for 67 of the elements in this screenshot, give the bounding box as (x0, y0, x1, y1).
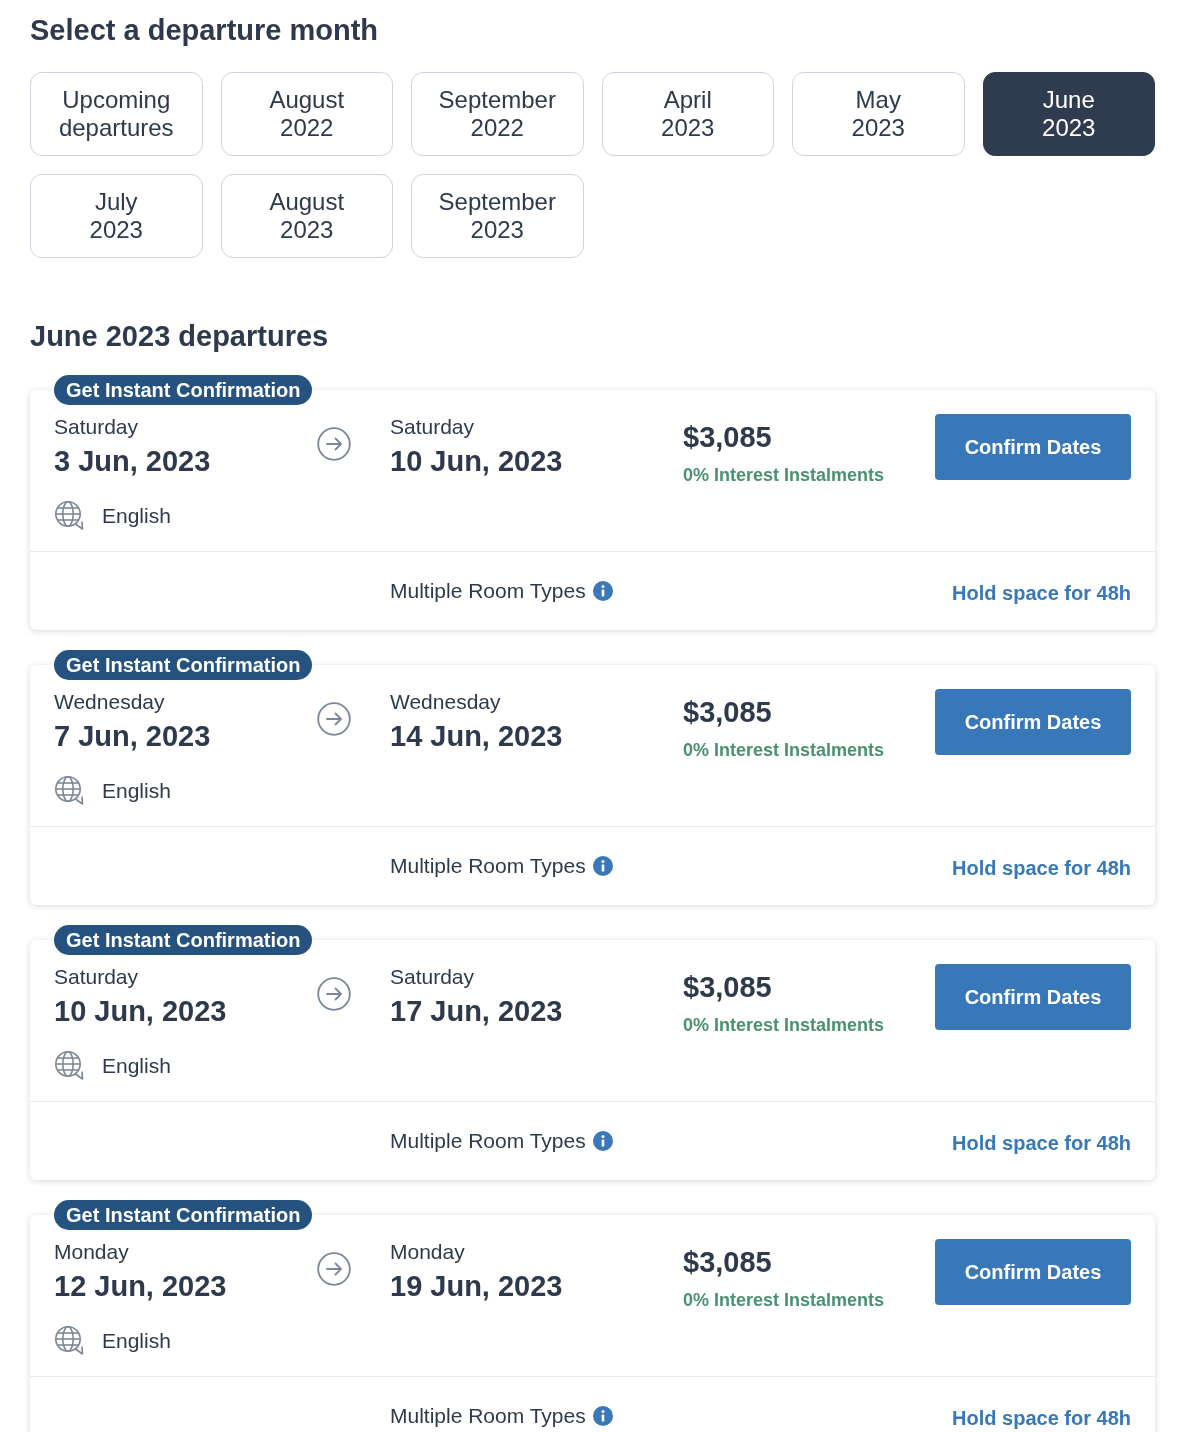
room-types-label: Multiple Room Types (390, 1129, 586, 1153)
globe-icon (54, 500, 84, 530)
info-icon (592, 856, 613, 876)
start-weekday: Monday (54, 1239, 129, 1264)
globe-icon (54, 775, 84, 805)
start-date: 10 Jun, 2023 (54, 994, 227, 1028)
end-date: 17 Jun, 2023 (390, 994, 563, 1028)
month-button[interactable]: September 2023 (411, 174, 584, 258)
start-date: 7 Jun, 2023 (54, 719, 211, 753)
end-weekday: Wednesday (390, 689, 501, 714)
info-icon (592, 581, 613, 601)
month-button[interactable]: Upcoming departures (30, 72, 203, 156)
end-date: 14 Jun, 2023 (390, 719, 563, 753)
instalments-label: 0% Interest Instalments (683, 464, 885, 486)
section-title: June 2023 departures (30, 319, 329, 353)
arrow-right-icon (317, 702, 351, 736)
month-button[interactable]: June 2023 (982, 72, 1155, 156)
end-date: 19 Jun, 2023 (390, 1269, 563, 1303)
start-date: 3 Jun, 2023 (54, 444, 211, 478)
info-icon (592, 1131, 613, 1151)
info-icon (592, 1406, 613, 1426)
room-types-label: Multiple Room Types (390, 854, 586, 878)
instant-confirmation-badge: Get Instant Confirmation (54, 925, 313, 955)
arrow-right-icon (317, 977, 351, 1011)
instalments-label: 0% Interest Instalments (683, 739, 885, 761)
confirm-dates-button[interactable]: Confirm Dates (935, 964, 1131, 1030)
instant-confirmation-badge: Get Instant Confirmation (54, 1200, 313, 1230)
room-types-label: Multiple Room Types (390, 1404, 586, 1428)
start-weekday: Wednesday (54, 689, 165, 714)
hold-space-link[interactable]: Hold space for 48h (952, 581, 1131, 605)
confirm-dates-button[interactable]: Confirm Dates (935, 689, 1131, 755)
instalments-label: 0% Interest Instalments (683, 1014, 885, 1036)
instant-confirmation-badge: Get Instant Confirmation (54, 650, 313, 680)
language-label: English (102, 1052, 171, 1078)
end-weekday: Monday (390, 1239, 465, 1264)
end-weekday: Saturday (390, 414, 475, 439)
hold-space-link[interactable]: Hold space for 48h (952, 1131, 1131, 1155)
end-date: 10 Jun, 2023 (390, 444, 563, 478)
month-button[interactable]: May 2023 (792, 72, 965, 156)
start-date: 12 Jun, 2023 (54, 1269, 227, 1303)
price-text: $3,085 (683, 970, 772, 1004)
arrow-right-icon (317, 427, 351, 461)
price-text: $3,085 (683, 1245, 772, 1279)
globe-icon (54, 1050, 84, 1080)
month-button[interactable]: August 2023 (220, 174, 393, 258)
confirm-dates-button[interactable]: Confirm Dates (935, 1239, 1131, 1305)
language-label: English (102, 777, 171, 803)
month-button[interactable]: August 2022 (220, 72, 393, 156)
globe-icon (54, 1325, 84, 1355)
start-weekday: Saturday (54, 414, 139, 439)
page-title: Select a departure month (30, 13, 379, 47)
language-label: English (102, 1327, 171, 1353)
instant-confirmation-badge: Get Instant Confirmation (54, 375, 313, 405)
start-weekday: Saturday (54, 964, 139, 989)
hold-space-link[interactable]: Hold space for 48h (952, 1406, 1131, 1430)
end-weekday: Saturday (390, 964, 475, 989)
month-button[interactable]: April 2023 (601, 72, 774, 156)
room-types-label: Multiple Room Types (390, 579, 586, 603)
price-text: $3,085 (683, 695, 772, 729)
confirm-dates-button[interactable]: Confirm Dates (935, 414, 1131, 480)
month-button[interactable]: September 2022 (411, 72, 584, 156)
arrow-right-icon (317, 1252, 351, 1286)
instalments-label: 0% Interest Instalments (683, 1289, 885, 1311)
price-text: $3,085 (683, 420, 772, 454)
hold-space-link[interactable]: Hold space for 48h (952, 856, 1131, 880)
language-label: English (102, 502, 171, 528)
month-button[interactable]: July 2023 (30, 174, 203, 258)
